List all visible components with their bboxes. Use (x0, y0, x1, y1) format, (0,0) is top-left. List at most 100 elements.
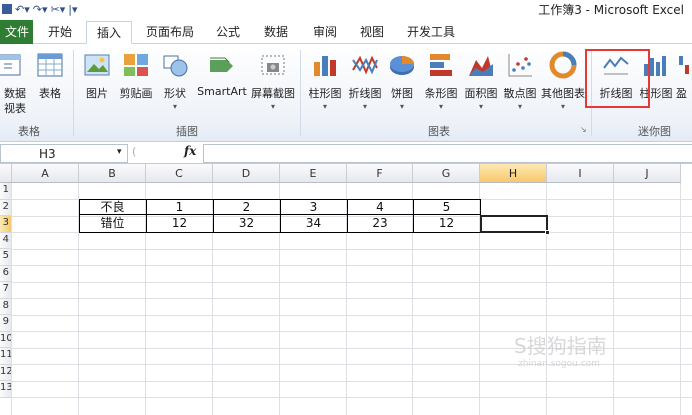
column-header-d[interactable]: D (213, 164, 280, 183)
table-cell[interactable]: 34 (280, 215, 347, 232)
tab-developer[interactable]: 开发工具 (401, 21, 461, 44)
table-border-v (347, 199, 348, 233)
smartart-icon (210, 57, 233, 72)
table-cell[interactable]: 错位 (79, 215, 146, 232)
area-chart-button[interactable]: 面积图 ▾ (461, 48, 501, 118)
bar-chart-button[interactable]: 条形图 ▾ (421, 48, 461, 118)
insert-function-icon[interactable]: fx (184, 144, 196, 158)
gridline-horizontal (12, 397, 692, 398)
line-chart-button[interactable]: 折线图 ▾ (345, 48, 385, 118)
column-header-e[interactable]: E (280, 164, 347, 183)
window-title: 工作簿3 - Microsoft Excel (538, 3, 684, 17)
column-header-b[interactable]: B (79, 164, 146, 183)
scatter-chart-label: 散点图 (503, 87, 537, 100)
group-separator (73, 50, 74, 136)
area-chart-dropdown-icon[interactable]: ▾ (461, 102, 501, 111)
column-header-j[interactable]: J (614, 164, 681, 183)
qat-menu-icon[interactable]: |▾ (68, 3, 77, 16)
formula-resize-handle[interactable]: ( (132, 145, 136, 158)
column-chart-dropdown-icon[interactable]: ▾ (305, 102, 345, 111)
sparkline-winloss-button[interactable]: 盈 (676, 48, 692, 118)
area-chart-icon (469, 56, 493, 76)
gridline-horizontal (12, 298, 692, 299)
redo-icon[interactable]: ↷▾ (33, 3, 48, 16)
save-icon[interactable] (2, 4, 12, 14)
pivot-table-icon (0, 54, 21, 76)
table-cell[interactable]: 12 (413, 215, 480, 232)
shapes-button[interactable]: 形状 ▾ (158, 48, 192, 118)
table-border-v (146, 199, 147, 233)
table-border-v (213, 199, 214, 233)
table-cell[interactable]: 23 (347, 215, 413, 232)
tab-page-layout[interactable]: 页面布局 (140, 21, 200, 44)
line-chart-dropdown-icon[interactable]: ▾ (345, 102, 385, 111)
table-button[interactable]: 表格 (32, 48, 68, 118)
clipart-label: 剪贴画 (119, 87, 153, 100)
tab-data[interactable]: 数据 (256, 21, 296, 44)
name-box[interactable]: H3 ▾ (0, 144, 128, 163)
quick-access-toolbar: ↶▾ ↷▾ ✂▾ |▾ (0, 0, 77, 18)
bar-chart-dropdown-icon[interactable]: ▾ (421, 102, 461, 111)
line-chart-icon (352, 55, 378, 75)
scatter-chart-dropdown-icon[interactable]: ▾ (501, 102, 539, 111)
tab-insert[interactable]: 插入 (86, 21, 132, 44)
group-tables-label: 表格 (18, 125, 40, 138)
column-chart-button[interactable]: 柱形图 ▾ (305, 48, 345, 118)
undo-icon[interactable]: ↶▾ (15, 3, 30, 16)
pie-chart-button[interactable]: 饼图 ▾ (385, 48, 419, 118)
active-cell-h3[interactable] (480, 215, 548, 233)
table-label: 表格 (39, 87, 61, 100)
column-chart-icon (314, 56, 336, 76)
other-charts-icon (549, 51, 577, 79)
other-charts-dropdown-icon[interactable]: ▾ (539, 102, 587, 111)
pie-chart-dropdown-icon[interactable]: ▾ (385, 102, 419, 111)
picture-icon (84, 54, 110, 76)
name-box-dropdown-icon[interactable]: ▾ (117, 147, 122, 157)
watermark-url: zhinan.sogou.com (518, 359, 600, 369)
column-header-a[interactable]: A (12, 164, 79, 183)
smartart-button[interactable]: SmartArt (196, 48, 248, 118)
area-chart-label: 面积图 (464, 87, 498, 100)
charts-dialog-launcher-icon[interactable]: ↘ (580, 125, 587, 134)
clipart-button[interactable]: 剪贴画 (117, 48, 155, 118)
gridline-horizontal (12, 265, 692, 266)
worksheet-grid[interactable]: ABCDEFGHIJ 1 2 3 4 5 6 7 8 9 10 11 12 13 不良 1 2 3 4 5 错位 12… (0, 164, 692, 415)
select-all-corner[interactable] (0, 164, 12, 183)
screenshot-button[interactable]: 屏幕截图 ▾ (250, 48, 296, 118)
column-header-h[interactable]: H (480, 164, 547, 183)
fill-handle[interactable] (545, 230, 550, 235)
table-icon (37, 53, 63, 77)
formula-bar: H3 ▾ ( fx (0, 143, 692, 164)
column-header-f[interactable]: F (347, 164, 413, 183)
shapes-dropdown-icon[interactable]: ▾ (158, 102, 192, 111)
column-header-i[interactable]: I (547, 164, 614, 183)
tab-review[interactable]: 审阅 (305, 21, 345, 44)
screenshot-dropdown-icon[interactable]: ▾ (250, 102, 296, 111)
other-charts-button[interactable]: 其他图表 ▾ (539, 48, 587, 118)
scatter-chart-button[interactable]: 散点图 ▾ (501, 48, 539, 118)
formula-input[interactable] (203, 144, 692, 163)
picture-button[interactable]: 图片 (80, 48, 114, 118)
tab-view[interactable]: 视图 (352, 21, 392, 44)
pivot-table-button[interactable]: 数据 视表 (0, 48, 30, 118)
scatter-chart-icon (508, 54, 532, 77)
column-chart-label: 柱形图 (308, 87, 342, 100)
table-border-v (280, 199, 281, 233)
tab-home[interactable]: 开始 (40, 21, 80, 44)
ribbon-tabs: 文件 开始 插入 页面布局 公式 数据 审阅 视图 开发工具 (0, 18, 692, 44)
clipart-icon (124, 54, 148, 76)
tab-formulas[interactable]: 公式 (208, 21, 248, 44)
line-chart-label: 折线图 (348, 87, 382, 100)
tab-file[interactable]: 文件 (0, 20, 33, 44)
watermark: S搜狗指南 (514, 334, 607, 358)
column-header-g[interactable]: G (413, 164, 480, 183)
customize-icon[interactable]: ✂▾ (51, 3, 66, 16)
column-header-c[interactable]: C (146, 164, 213, 183)
screenshot-label: 屏幕截图 (251, 87, 295, 100)
pivot-label-2: 视表 (4, 102, 26, 115)
table-cell[interactable]: 32 (213, 215, 280, 232)
screenshot-icon (261, 55, 285, 75)
shapes-label: 形状 (164, 87, 186, 100)
table-cell[interactable]: 12 (146, 215, 213, 232)
pie-chart-label: 饼图 (391, 87, 413, 100)
